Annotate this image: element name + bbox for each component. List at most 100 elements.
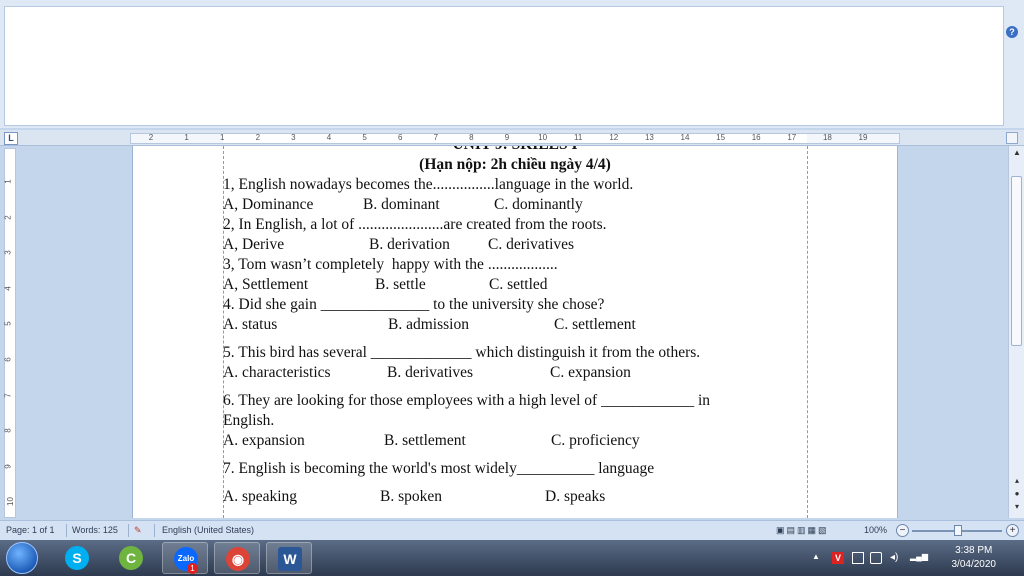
question-6-continuation: English. <box>223 412 275 429</box>
option-1b: B. dominant <box>363 196 440 213</box>
option-2b: B. derivation <box>369 236 450 253</box>
antivirus-icon[interactable]: V <box>832 552 844 564</box>
zoom-slider-thumb[interactable] <box>954 525 962 536</box>
ruler-number: 3 <box>291 133 296 142</box>
option-6a: A. expansion <box>223 432 305 449</box>
ruler-number: 12 <box>609 133 619 142</box>
ruler-number: 6 <box>397 133 403 142</box>
ruler-number: 13 <box>644 133 654 142</box>
help-icon[interactable]: ? <box>1006 26 1018 38</box>
tab-selector[interactable]: L <box>4 132 18 145</box>
chrome-icon: ◉ <box>226 547 250 571</box>
view-buttons-icon[interactable]: ▣▤▥▦▧ <box>776 525 829 536</box>
proofing-icon[interactable]: ✎ <box>134 525 142 536</box>
ruler-number: 10 <box>5 497 15 507</box>
zoom-out-button[interactable]: − <box>896 524 909 537</box>
notification-badge: 1 <box>187 563 198 574</box>
option-2a: A, Derive <box>223 236 285 253</box>
option-3a: A, Settlement <box>223 276 309 293</box>
clock-time: 3:38 PM <box>955 545 993 556</box>
battery-icon[interactable] <box>870 552 882 564</box>
word-icon: W <box>278 547 302 571</box>
volume-icon[interactable]: ◂) <box>890 552 902 564</box>
ruler-number: 1 <box>219 133 225 142</box>
question-6: 6. They are looking for those employees … <box>223 392 711 409</box>
scroll-up-icon[interactable]: ▲ <box>1012 148 1022 157</box>
ruler-number: 5 <box>362 133 367 142</box>
option-4b: B. admission <box>388 316 469 333</box>
option-7a: A. speaking <box>223 488 298 505</box>
ruler-number: 16 <box>751 133 761 142</box>
network-icon[interactable]: ▂▄▆ <box>910 552 928 564</box>
option-6c: C. proficiency <box>551 432 640 449</box>
show-hidden-icons-icon[interactable]: ▲ <box>812 552 824 564</box>
ruler-number: 19 <box>858 133 868 142</box>
coccoc-icon: C <box>119 546 143 570</box>
ruler-number: 4 <box>3 286 13 291</box>
deadline-line: (Hạn nộp: 2h chiều ngày 4/4) <box>419 156 611 173</box>
document-canvas: UNIT 9: SKILLS I (Hạn nộp: 2h chiều ngày… <box>20 146 1008 518</box>
taskbar-app-coccoc[interactable]: C <box>108 542 154 574</box>
zoom-in-button[interactable]: + <box>1006 524 1019 537</box>
option-4a: A. status <box>223 316 278 333</box>
browse-object-icon[interactable]: ● <box>1012 489 1022 498</box>
ruler-number: 9 <box>3 464 13 469</box>
question-7: 7. English is becoming the world's most … <box>223 460 655 477</box>
option-3c: C. settled <box>489 276 548 293</box>
start-button[interactable] <box>6 542 38 574</box>
taskbar-app-word[interactable]: W <box>266 542 312 574</box>
ruler-number: 17 <box>787 133 797 142</box>
question-4: 4. Did she gain ______________ to the un… <box>223 296 605 313</box>
option-4c: C. settlement <box>554 316 636 333</box>
horizontal-ruler[interactable]: 2 1 1 2 3 4 5 6 7 8 9 10 11 12 13 14 15 16 17 18 19 <box>130 133 900 144</box>
ribbon: ? <box>0 0 1024 128</box>
vertical-scrollbar[interactable]: ▲ ▴ ● ▾ <box>1008 146 1024 518</box>
ruler-number: 3 <box>3 250 13 255</box>
action-center-icon[interactable] <box>852 552 864 564</box>
taskbar-app-zalo[interactable]: Zalo 1 <box>162 542 208 574</box>
ruler-number: 1 <box>3 179 13 184</box>
ruler-number: 7 <box>3 392 13 398</box>
ruler-number: 7 <box>433 133 439 142</box>
clock-date: 3/04/2020 <box>951 559 997 570</box>
question-3: 3, Tom wasn’t completely happy with the … <box>223 256 558 273</box>
ruler-number: 15 <box>716 133 726 142</box>
option-5c: C. expansion <box>550 364 631 381</box>
question-1: 1, English nowadays becomes the.........… <box>223 176 634 193</box>
option-5a: A. characteristics <box>223 364 331 381</box>
text-boundary-right <box>807 146 808 518</box>
option-1a: A, Dominance <box>223 196 314 213</box>
skype-icon: S <box>65 546 89 570</box>
ruler-number: 4 <box>326 133 332 142</box>
ruler-number: 14 <box>680 133 690 142</box>
next-page-icon[interactable]: ▾ <box>1012 502 1022 511</box>
view-ruler-button[interactable] <box>1006 132 1018 144</box>
zoom-level[interactable]: 100% <box>864 525 887 535</box>
status-divider <box>128 524 129 537</box>
clock[interactable]: 3:38 PM 3/04/2020 <box>952 544 997 572</box>
option-3b: B. settle <box>375 276 426 293</box>
previous-page-icon[interactable]: ▴ <box>1012 476 1022 485</box>
unit-title: UNIT 9: SKILLS I <box>223 146 807 154</box>
status-bar: Page: 1 of 1 Words: 125 ✎ English (Unite… <box>0 520 1024 540</box>
option-7b: B. spoken <box>380 488 442 505</box>
taskbar-app-chrome[interactable]: ◉ <box>214 542 260 574</box>
option-7c: D. speaks <box>545 488 606 505</box>
ruler-number: 2 <box>255 133 261 142</box>
option-6b: B. settlement <box>384 432 466 449</box>
scroll-thumb[interactable] <box>1011 176 1022 346</box>
page-count[interactable]: Page: 1 of 1 <box>6 525 55 535</box>
document-page[interactable]: UNIT 9: SKILLS I (Hạn nộp: 2h chiều ngày… <box>132 146 898 518</box>
option-2c: C. derivatives <box>488 236 575 253</box>
language-indicator[interactable]: English (United States) <box>162 525 254 535</box>
vertical-ruler[interactable]: 1 2 3 4 5 6 7 8 9 10 <box>4 148 16 518</box>
ruler-number: 8 <box>469 133 474 142</box>
ruler-number: 1 <box>184 133 189 142</box>
status-divider <box>66 524 67 537</box>
taskbar: S C Zalo 1 ◉ W ▲ V ◂) ▂▄▆ 3:38 PM 3/04/2… <box>0 540 1024 576</box>
question-5: 5. This bird has several _____________ w… <box>223 344 701 361</box>
option-5b: B. derivatives <box>387 364 474 381</box>
ruler-number: 2 <box>148 133 154 142</box>
taskbar-app-skype[interactable]: S <box>54 542 100 574</box>
word-count[interactable]: Words: 125 <box>72 525 118 535</box>
